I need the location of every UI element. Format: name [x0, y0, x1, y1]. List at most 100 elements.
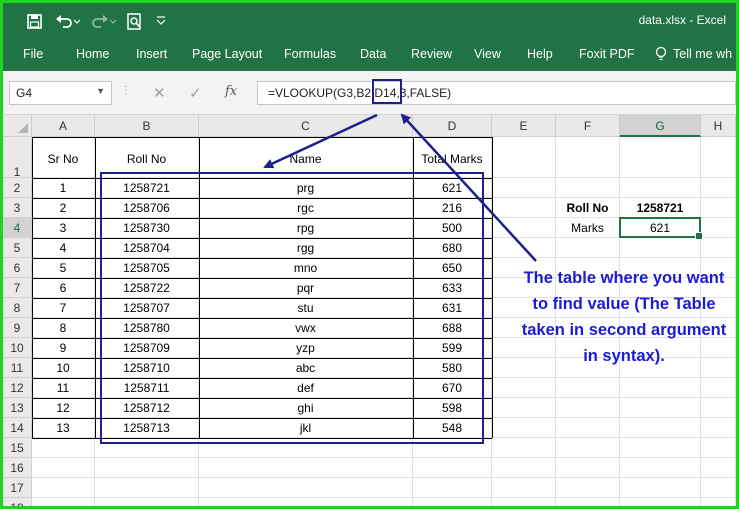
cell-G12[interactable] — [620, 378, 701, 398]
cell-C15[interactable] — [199, 438, 413, 458]
cell-F16[interactable] — [556, 458, 620, 478]
table-cell[interactable]: 1258780 — [95, 318, 199, 338]
cell-F5[interactable] — [556, 238, 620, 258]
insert-function-icon[interactable]: fx — [225, 84, 237, 99]
table-cell[interactable]: 3 — [32, 218, 95, 238]
table-cell[interactable]: 1258721 — [95, 178, 199, 198]
table-cell[interactable]: 1258713 — [95, 418, 199, 438]
column-header-c[interactable]: C — [199, 115, 413, 137]
cell-B18[interactable] — [95, 498, 199, 506]
table-cell[interactable]: 580 — [413, 358, 492, 378]
cell-A16[interactable] — [32, 458, 95, 478]
table-cell[interactable]: abc — [199, 358, 413, 378]
row-header-7[interactable]: 7 — [3, 278, 32, 298]
table-cell[interactable]: 1258722 — [95, 278, 199, 298]
tell-me-box[interactable]: Tell me wh — [655, 46, 732, 62]
table-cell[interactable]: 548 — [413, 418, 492, 438]
cell-B16[interactable] — [95, 458, 199, 478]
undo-icon[interactable] — [53, 11, 83, 31]
select-all-corner[interactable] — [3, 115, 32, 137]
chevron-down-icon[interactable]: ▼ — [96, 86, 105, 96]
cell-E15[interactable] — [492, 438, 556, 458]
cell-H17[interactable] — [701, 478, 736, 498]
row-header-16[interactable]: 16 — [3, 458, 32, 478]
column-header-g[interactable]: G — [620, 115, 701, 137]
tab-file[interactable]: File — [23, 47, 43, 61]
table-cell[interactable]: rgg — [199, 238, 413, 258]
table-cell[interactable]: yzp — [199, 338, 413, 358]
tab-foxit-pdf[interactable]: Foxit PDF — [579, 47, 635, 61]
table-header-4[interactable]: Total Marks — [413, 137, 492, 178]
cell-D17[interactable] — [413, 478, 492, 498]
enter-icon[interactable]: ✓ — [189, 84, 202, 102]
cell-F12[interactable] — [556, 378, 620, 398]
row-header-18[interactable]: 18 — [3, 498, 32, 506]
table-cell[interactable]: 598 — [413, 398, 492, 418]
column-header-d[interactable]: D — [413, 115, 492, 137]
row-header-15[interactable]: 15 — [3, 438, 32, 458]
tab-insert[interactable]: Insert — [136, 47, 167, 61]
table-cell[interactable]: 500 — [413, 218, 492, 238]
table-cell[interactable]: jkl — [199, 418, 413, 438]
row-header-14[interactable]: 14 — [3, 418, 32, 438]
drag-handle-icon[interactable]: ⋮ — [121, 85, 131, 96]
row-header-17[interactable]: 17 — [3, 478, 32, 498]
table-cell[interactable]: 670 — [413, 378, 492, 398]
table-cell[interactable]: 1258730 — [95, 218, 199, 238]
formula-input[interactable]: =VLOOKUP(G3,B2:D14,3,FALSE) — [257, 81, 736, 105]
cell-H1[interactable] — [701, 137, 736, 178]
cell-E4[interactable] — [492, 218, 556, 238]
cell-E17[interactable] — [492, 478, 556, 498]
chevron-down-icon[interactable] — [153, 11, 169, 31]
cell-G15[interactable] — [620, 438, 701, 458]
table-cell[interactable]: 1 — [32, 178, 95, 198]
column-header-a[interactable]: A — [32, 115, 95, 137]
table-header-3[interactable]: Name — [199, 137, 413, 178]
save-icon[interactable] — [23, 11, 45, 31]
table-cell[interactable]: 1258706 — [95, 198, 199, 218]
row-header-9[interactable]: 9 — [3, 318, 32, 338]
cell-H15[interactable] — [701, 438, 736, 458]
row-header-2[interactable]: 2 — [3, 178, 32, 198]
table-cell[interactable]: 9 — [32, 338, 95, 358]
cell-E13[interactable] — [492, 398, 556, 418]
cell-F15[interactable] — [556, 438, 620, 458]
lookup-marks-label[interactable]: Marks — [556, 218, 620, 238]
table-cell[interactable]: 599 — [413, 338, 492, 358]
table-cell[interactable]: prg — [199, 178, 413, 198]
cell-E5[interactable] — [492, 238, 556, 258]
lookup-roll-label[interactable]: Roll No — [556, 198, 620, 218]
cell-C17[interactable] — [199, 478, 413, 498]
tab-view[interactable]: View — [474, 47, 501, 61]
table-cell[interactable]: 1258712 — [95, 398, 199, 418]
cell-C16[interactable] — [199, 458, 413, 478]
cell-G17[interactable] — [620, 478, 701, 498]
row-header-6[interactable]: 6 — [3, 258, 32, 278]
column-header-b[interactable]: B — [95, 115, 199, 137]
table-cell[interactable]: 633 — [413, 278, 492, 298]
table-cell[interactable]: 1258709 — [95, 338, 199, 358]
table-cell[interactable]: 6 — [32, 278, 95, 298]
cell-D16[interactable] — [413, 458, 492, 478]
column-header-e[interactable]: E — [492, 115, 556, 137]
row-header-11[interactable]: 11 — [3, 358, 32, 378]
column-header-h[interactable]: H — [701, 115, 736, 137]
cell-D15[interactable] — [413, 438, 492, 458]
cell-E16[interactable] — [492, 458, 556, 478]
cell-E2[interactable] — [492, 178, 556, 198]
table-cell[interactable]: vwx — [199, 318, 413, 338]
table-cell[interactable]: 1258707 — [95, 298, 199, 318]
cell-G5[interactable] — [620, 238, 701, 258]
table-cell[interactable]: 1258711 — [95, 378, 199, 398]
table-cell[interactable]: 1258705 — [95, 258, 199, 278]
tab-formulas[interactable]: Formulas — [284, 47, 336, 61]
cell-H3[interactable] — [701, 198, 736, 218]
table-cell[interactable]: 650 — [413, 258, 492, 278]
cell-G13[interactable] — [620, 398, 701, 418]
table-cell[interactable]: mno — [199, 258, 413, 278]
print-preview-icon[interactable] — [125, 11, 145, 31]
cell-G14[interactable] — [620, 418, 701, 438]
cell-E3[interactable] — [492, 198, 556, 218]
table-cell[interactable]: 2 — [32, 198, 95, 218]
cell-H4[interactable] — [701, 218, 736, 238]
